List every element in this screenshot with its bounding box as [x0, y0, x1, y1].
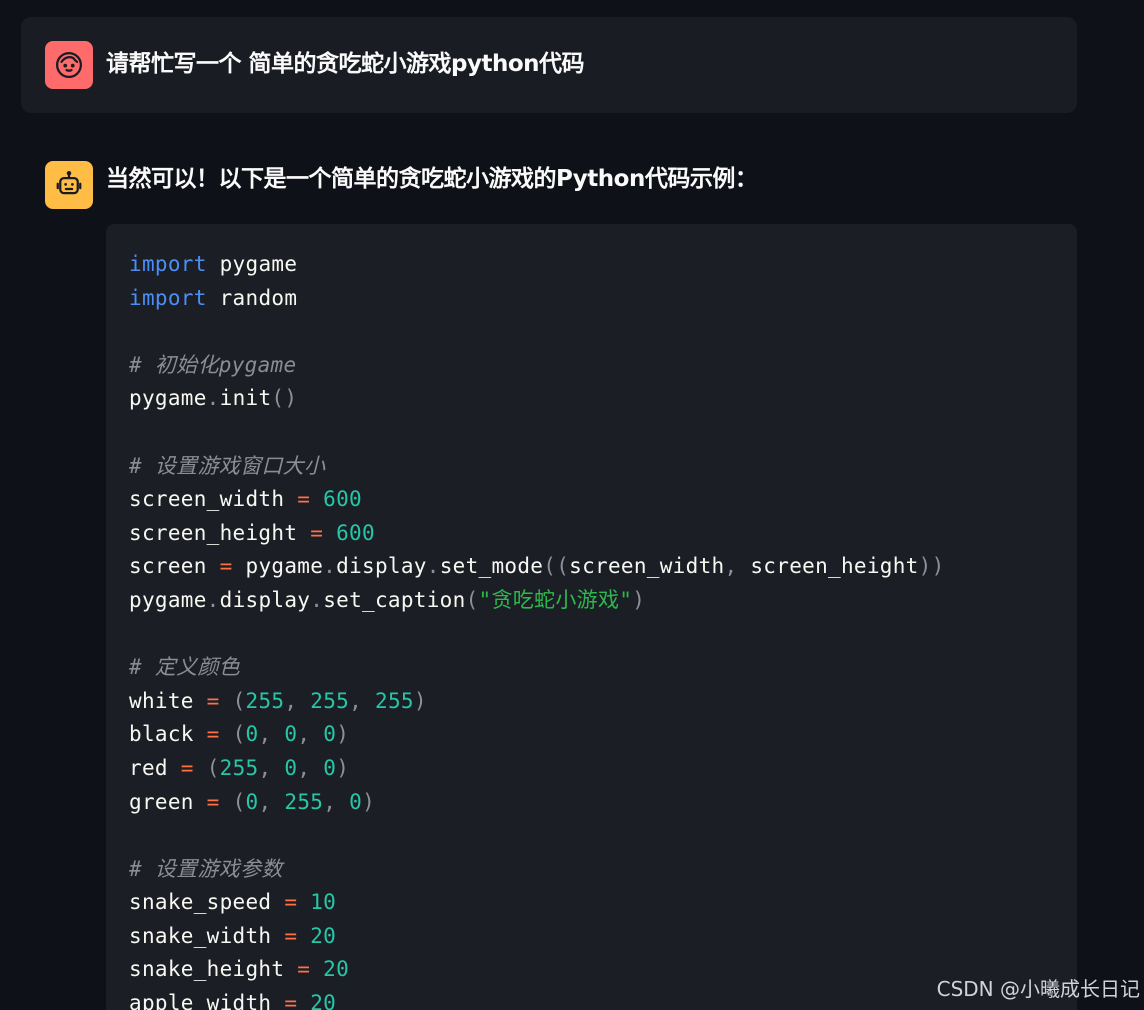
code-line: white = (255, 255, 255): [129, 688, 427, 713]
code-line: snake_width = 20: [129, 923, 337, 948]
code-line: pygame.display.set_caption("贪吃蛇小游戏"): [129, 587, 646, 612]
code-line: import pygame: [129, 252, 298, 276]
robot-icon: [56, 170, 82, 195]
face-icon: [56, 52, 82, 78]
code-line: snake_speed = 10: [129, 890, 337, 915]
code-line: # 设置游戏参数: [129, 856, 283, 881]
code-line: # 初始化pygame: [129, 352, 297, 377]
code-line: red = (255, 0, 0): [129, 755, 350, 780]
code-line: snake_height = 20: [129, 957, 350, 982]
code-line: apple_width = 20: [129, 991, 337, 1010]
assistant-avatar: [45, 161, 93, 209]
code-line: pygame.init(): [129, 386, 298, 411]
code-line: black = (0, 0, 0): [129, 722, 350, 747]
code-line: screen = pygame.display.set_mode((screen…: [129, 554, 945, 579]
user-message-text: 请帮忙写一个 简单的贪吃蛇小游戏python代码: [106, 51, 585, 77]
code-line: # 设置游戏窗口大小: [129, 453, 326, 478]
user-avatar: [45, 41, 93, 89]
code-content: import pygame import random # 初始化pygame pyg…: [129, 248, 945, 1010]
code-line: # 定义颜色: [129, 655, 241, 680]
user-message: 请帮忙写一个 简单的贪吃蛇小游戏python代码: [21, 17, 1077, 113]
code-line: screen_width = 600: [129, 487, 363, 512]
code-line: import random: [129, 285, 298, 310]
code-block[interactable]: import pygame import random # 初始化pygame pyg…: [106, 224, 1077, 1010]
assistant-intro-text: 当然可以！以下是一个简单的贪吃蛇小游戏的Python代码示例：: [106, 166, 758, 192]
watermark: CSDN @小曦成长日记: [936, 977, 1140, 1001]
code-line: green = (0, 255, 0): [129, 789, 376, 814]
code-line: screen_height = 600: [129, 520, 375, 545]
